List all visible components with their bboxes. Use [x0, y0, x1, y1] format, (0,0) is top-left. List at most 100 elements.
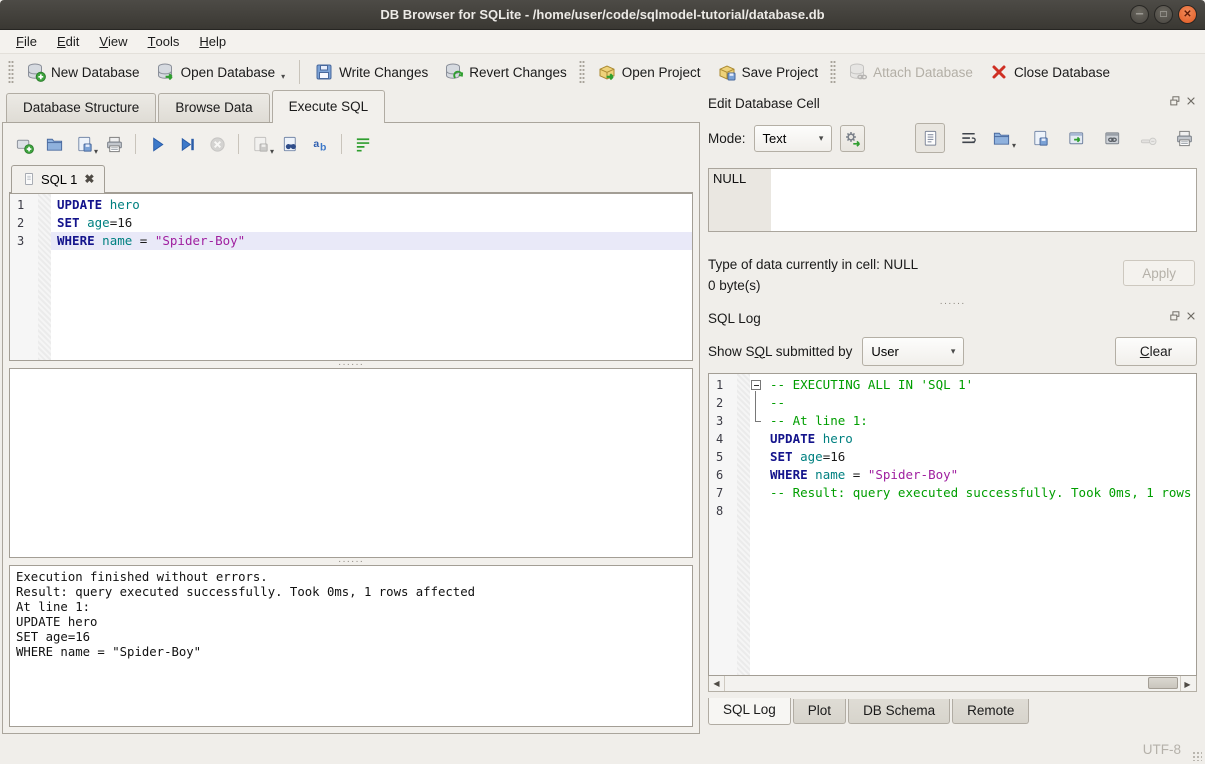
scrollbar-thumb[interactable] [1148, 677, 1178, 689]
sql-tab-label: SQL 1 [41, 172, 77, 187]
save-results-icon [251, 135, 270, 154]
results-grid[interactable] [9, 368, 693, 558]
results-message-pane[interactable]: Execution finished without errors.Result… [9, 565, 693, 727]
line-number-gutter: 123 [10, 194, 38, 360]
execute-all-button[interactable] [144, 132, 170, 156]
line-number: 2 [709, 394, 737, 412]
revert-changes-icon [444, 62, 464, 82]
save-project-button[interactable]: Save Project [709, 58, 827, 86]
fold-mark[interactable] [750, 376, 764, 394]
tab-remote[interactable]: Remote [952, 699, 1029, 724]
format-text-icon [921, 129, 940, 148]
fold-mark [750, 430, 764, 448]
maximize-icon[interactable]: □ [1154, 5, 1173, 24]
minimize-icon[interactable]: ─ [1130, 5, 1149, 24]
line-number: 1 [709, 376, 737, 394]
menu-file[interactable]: File [6, 30, 47, 53]
toolbar-separator [299, 60, 300, 84]
cell-value: NULL [713, 171, 746, 186]
scroll-left-icon[interactable]: ◀ [709, 676, 725, 691]
code-line [764, 502, 1196, 520]
revert-changes-button[interactable]: Revert Changes [436, 58, 575, 86]
print-cell-button[interactable] [1171, 125, 1197, 151]
fold-margin [737, 374, 750, 675]
auto-format-button[interactable]: ab [307, 132, 333, 156]
auto-mode-button[interactable] [840, 125, 865, 152]
tab-database-structure[interactable]: Database Structure [6, 93, 156, 122]
word-wrap-cell-button[interactable] [955, 125, 981, 151]
import-from-file-button[interactable]: ▾ [991, 125, 1017, 151]
scroll-right-icon[interactable]: ▶ [1180, 676, 1196, 691]
set-null-button[interactable] [1135, 125, 1161, 151]
new-sql-tab-icon [15, 135, 34, 154]
menu-view[interactable]: View [89, 30, 137, 53]
log-filter-select[interactable]: User ▾ [862, 337, 964, 366]
save-results-button[interactable]: ▾ [247, 132, 273, 156]
word-wrap-cell-icon [959, 129, 978, 148]
open-project-button[interactable]: Open Project [589, 58, 709, 86]
sql-tab-close-icon[interactable]: ✖ [84, 172, 94, 186]
close-database-button[interactable]: Close Database [981, 58, 1118, 86]
open-database-icon [156, 62, 176, 82]
tab-browse-data[interactable]: Browse Data [158, 93, 269, 122]
fold-mark [750, 484, 764, 502]
execute-current-line-button[interactable] [174, 132, 200, 156]
encoding-indicator: UTF-8 [1143, 742, 1181, 757]
sql-file-tabbar: SQL 1 ✖ [9, 163, 693, 193]
menu-tools[interactable]: Tools [138, 30, 190, 53]
print-button[interactable] [101, 132, 127, 156]
float-panel-icon[interactable] [1169, 95, 1181, 107]
format-text-button[interactable] [915, 123, 945, 153]
tab-sql-log[interactable]: SQL Log [708, 698, 791, 725]
gear-icon [843, 129, 862, 148]
stop-execution-button[interactable] [204, 132, 230, 156]
word-wrap-button[interactable] [350, 132, 376, 156]
find-replace-button[interactable] [277, 132, 303, 156]
splitter-handle[interactable] [9, 361, 693, 368]
cell-value-editor[interactable]: NULL [708, 168, 1197, 232]
open-external-button[interactable] [1063, 125, 1089, 151]
open-sql-file-button[interactable] [41, 132, 67, 156]
toolbar-button-label: Save Project [742, 65, 819, 80]
sql-editor[interactable]: 123UPDATE heroSET age=16WHERE name = "Sp… [9, 193, 693, 361]
copy-link-button[interactable] [1099, 125, 1125, 151]
menu-edit[interactable]: Edit [47, 30, 89, 53]
sql-log-view[interactable]: 12345678-- EXECUTING ALL IN 'SQL 1'---- … [708, 373, 1197, 676]
open-project-icon [597, 62, 617, 82]
horizontal-scrollbar[interactable]: ◀ ▶ [708, 676, 1197, 692]
save-sql-file-button[interactable]: ▾ [71, 132, 97, 156]
sql-file-icon [22, 171, 36, 187]
new-sql-tab-button[interactable] [11, 132, 37, 156]
apply-button[interactable]: Apply [1123, 260, 1195, 286]
clear-button[interactable]: Clear [1115, 337, 1197, 366]
new-database-button[interactable]: New Database [18, 58, 148, 86]
chevron-down-icon: ▾ [1012, 141, 1016, 151]
message-line: At line 1: [16, 600, 686, 615]
svg-text:a: a [313, 138, 319, 149]
splitter-handle[interactable] [708, 300, 1197, 307]
resize-grip[interactable] [1192, 751, 1202, 761]
menu-help[interactable]: Help [189, 30, 236, 53]
close-icon[interactable]: ✕ [1178, 5, 1197, 24]
fold-margin [38, 194, 51, 360]
tab-execute-sql[interactable]: Execute SQL [272, 90, 386, 123]
main-content: Database StructureBrowse DataExecute SQL… [0, 90, 1205, 734]
toolbar-handle [830, 60, 836, 84]
mode-select[interactable]: Text ▾ [754, 125, 833, 152]
write-changes-button[interactable]: Write Changes [306, 58, 436, 86]
tab-db-schema[interactable]: DB Schema [848, 699, 950, 724]
sql-tab[interactable]: SQL 1 ✖ [11, 165, 105, 193]
splitter-handle[interactable] [9, 558, 693, 565]
titlebar[interactable]: DB Browser for SQLite - /home/user/code/… [0, 0, 1205, 30]
tab-plot[interactable]: Plot [793, 699, 846, 724]
close-panel-icon[interactable] [1185, 95, 1197, 107]
export-to-file-button[interactable] [1027, 125, 1053, 151]
open-database-button[interactable]: Open Database▾ [148, 58, 294, 86]
log-filter-value: User [871, 344, 898, 359]
attach-database-button[interactable]: Attach Database [840, 58, 981, 86]
sql-log-controls: Show SQL submitted by User ▾ Clear [708, 329, 1197, 369]
code-line: -- At line 1: [764, 412, 1196, 430]
menubar: FileEditViewToolsHelp [0, 30, 1205, 54]
float-panel-icon[interactable] [1169, 310, 1181, 322]
close-panel-icon[interactable] [1185, 310, 1197, 322]
